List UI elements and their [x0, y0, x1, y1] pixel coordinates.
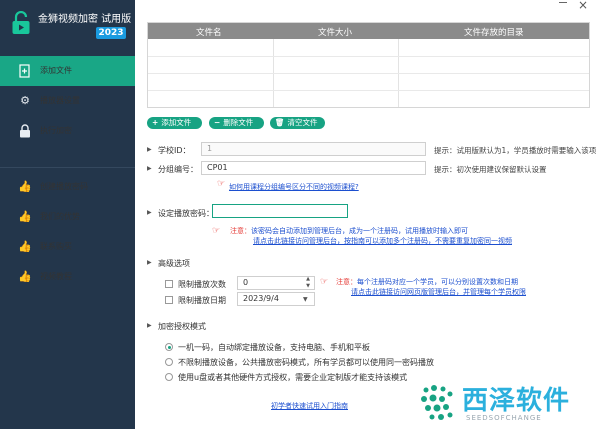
- sidebar-divider: [0, 167, 135, 168]
- clear-files-button[interactable]: 🗑 清空文件: [270, 117, 325, 129]
- sidebar-item-create-password[interactable]: 👍 创建播放密码: [0, 172, 135, 202]
- table-row: [148, 56, 589, 57]
- sidebar-item-label: 创建播放密码: [40, 182, 88, 191]
- pointing-hand-icon: ☞: [212, 226, 221, 236]
- file-plus-icon: [18, 64, 32, 78]
- watermark: 西泽软件 SEEDSOFCHANGE: [414, 378, 600, 428]
- column-header-filename: 文件名: [196, 28, 222, 38]
- limit-date-label: 限制播放日期: [178, 296, 226, 305]
- app-brand: 金狮视频加密 试用版 2023: [0, 0, 135, 46]
- sidebar-item-label: 播放器设置: [40, 96, 80, 105]
- sidebar-item-label: 联系购买: [40, 242, 72, 251]
- pointing-hand-icon: ☞: [217, 179, 226, 189]
- school-id-label: 学校ID：: [158, 146, 191, 155]
- play-password-label: 设定播放密码：: [158, 209, 214, 218]
- password-admin-link[interactable]: 请点击此链接访问管理后台，按指南可以添加多个注册码，不需要重复加密同一视频: [253, 236, 512, 246]
- auth-mode-title: 加密授权模式: [158, 322, 206, 331]
- close-button[interactable]: ×: [578, 0, 588, 12]
- trash-icon: 🗑: [275, 118, 285, 127]
- bullet-arrow-icon: ▶: [147, 209, 152, 216]
- column-header-directory: 文件存放的目录: [464, 28, 524, 38]
- sidebar-item-label: 我们的优势: [40, 212, 80, 221]
- auth-option-radio[interactable]: [165, 373, 173, 381]
- sidebar-item-contact-purchase[interactable]: 👍 联系购买: [0, 232, 135, 262]
- thumbs-up-icon: 👍: [18, 210, 32, 223]
- files-table[interactable]: 文件名 文件大小 文件存放的目录: [147, 22, 590, 108]
- sidebar-item-encrypt[interactable]: 执行加密: [0, 116, 135, 146]
- play-password-field[interactable]: [212, 204, 348, 218]
- watermark-subtext: SEEDSOFCHANGE: [466, 414, 542, 422]
- watermark-logo-icon: [421, 385, 453, 420]
- limit-count-checkbox[interactable]: [165, 280, 173, 288]
- bullet-arrow-icon: ▶: [147, 322, 152, 329]
- advanced-options-title: 高级选项: [158, 259, 190, 268]
- thumbs-up-icon: 👍: [18, 180, 32, 193]
- bullet-arrow-icon: ▶: [147, 165, 152, 172]
- count-stepper[interactable]: ▲ ▼: [303, 276, 313, 290]
- auth-option-label: 一机一码，自动绑定播放设备，支持电脑、手机和平板: [178, 343, 370, 352]
- advanced-note: 注意：每个注册码对应一个学员，可以分别设置次数和日期: [336, 278, 518, 286]
- quick-start-guide-link[interactable]: 初学者快速试用入门指南: [271, 401, 348, 411]
- sidebar-item-label: 添加文件: [40, 66, 72, 75]
- column-header-filesize: 文件大小: [318, 28, 353, 38]
- table-row: [148, 90, 589, 91]
- plus-icon: +: [152, 118, 159, 127]
- sidebar-item-advantages[interactable]: 👍 我们的优势: [0, 202, 135, 232]
- year-badge: 2023: [96, 27, 126, 39]
- bullet-arrow-icon: ▶: [147, 146, 152, 153]
- add-file-button[interactable]: + 添加文件: [147, 117, 202, 129]
- table-header: 文件名 文件大小 文件存放的目录: [148, 23, 589, 39]
- gear-icon: ⚙: [20, 94, 30, 107]
- group-no-field[interactable]: CP01: [201, 161, 426, 175]
- limit-date-checkbox[interactable]: [165, 296, 173, 304]
- delete-file-button[interactable]: − 删除文件: [209, 117, 264, 129]
- lock-icon: [18, 124, 32, 138]
- group-no-hint: 提示：初次使用建议保留默认设置: [434, 165, 547, 174]
- advanced-admin-link[interactable]: 请点击此链接访问网页版管理后台，并管理每个学员权限: [351, 287, 526, 297]
- auth-option-radio[interactable]: [165, 358, 173, 366]
- auth-option-label: 不限制播放设备，公共播放密码模式，所有学员都可以使用同一密码播放: [178, 358, 434, 367]
- sidebar-item-label: 视频教程: [40, 272, 72, 281]
- table-row: [148, 73, 589, 74]
- minimize-button[interactable]: [559, 2, 567, 3]
- watermark-text: 西泽软件: [462, 386, 571, 416]
- sidebar: 金狮视频加密 试用版 2023 添加文件 ⚙ 播放器设置 执行加密 👍 创建播放…: [0, 0, 135, 429]
- group-help-link[interactable]: 如何用课程分组编号区分不同的视频课程?: [229, 182, 359, 192]
- thumbs-up-icon: 👍: [18, 270, 32, 283]
- lock-logo-icon: [12, 11, 30, 34]
- app-title: 金狮视频加密 试用版: [38, 14, 132, 25]
- auth-option-radio[interactable]: [165, 343, 173, 351]
- password-note: 注意：该密码会自动添加到管理后台，成为一个注册码，试用播放时输入即可: [230, 227, 468, 235]
- school-id-hint: 提示：试用版默认为1，学员播放时需要输入该项: [434, 146, 597, 155]
- sidebar-item-video-tutorial[interactable]: 👍 视频教程: [0, 262, 135, 292]
- bullet-arrow-icon: ▶: [147, 259, 152, 266]
- sidebar-item-player-settings[interactable]: ⚙ 播放器设置: [0, 86, 135, 116]
- sidebar-item-label: 执行加密: [40, 126, 72, 135]
- school-id-field[interactable]: 1: [201, 142, 426, 156]
- limit-count-label: 限制播放次数: [178, 280, 226, 289]
- pointing-hand-icon: ☞: [320, 277, 329, 287]
- date-dropdown-icon[interactable]: ▼: [303, 296, 308, 303]
- auth-option-label: 使用u盘或者其他硬件方式授权，需要企业定制版才能支持该模式: [178, 373, 408, 382]
- group-no-label: 分组编号：: [158, 165, 198, 174]
- thumbs-up-icon: 👍: [18, 240, 32, 253]
- sidebar-item-add-file[interactable]: 添加文件: [0, 56, 135, 86]
- minus-icon: −: [214, 118, 221, 127]
